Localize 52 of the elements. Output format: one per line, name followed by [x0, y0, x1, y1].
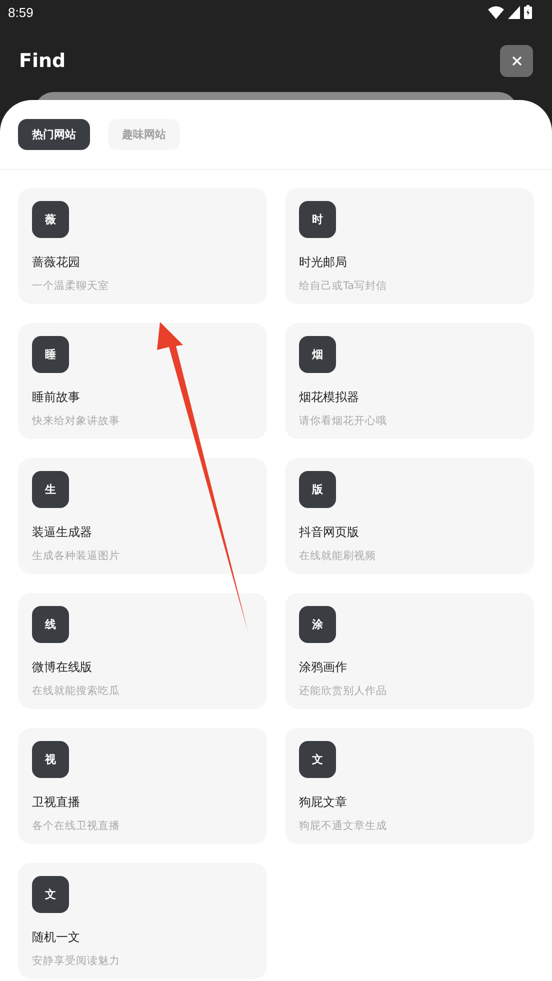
site-title: 随机一文 — [32, 929, 80, 946]
site-card[interactable]: 睡 睡前故事 快来给对象讲故事 — [18, 323, 267, 439]
site-title: 抖音网页版 — [299, 524, 359, 541]
site-card[interactable]: 线 微博在线版 在线就能搜索吃瓜 — [18, 593, 267, 709]
site-badge: 版 — [299, 471, 336, 508]
site-subtitle: 狗屁不通文章生成 — [299, 819, 387, 833]
site-badge: 视 — [32, 741, 69, 778]
site-badge: 生 — [32, 471, 69, 508]
site-subtitle: 还能欣赏别人作品 — [299, 684, 387, 698]
site-card[interactable]: 时 时光邮局 给自己或Ta写封信 — [285, 188, 534, 304]
site-title: 装逼生成器 — [32, 524, 92, 541]
site-card[interactable]: 版 抖音网页版 在线就能刷视频 — [285, 458, 534, 574]
tab[interactable]: 热门网站 — [18, 119, 90, 150]
site-title: 蔷薇花园 — [32, 254, 80, 271]
site-title: 烟花模拟器 — [299, 389, 359, 406]
close-button[interactable] — [500, 45, 533, 77]
site-title: 涂鸦画作 — [299, 659, 347, 676]
site-subtitle: 生成各种装逼图片 — [32, 549, 120, 563]
site-badge: 烟 — [299, 336, 336, 373]
site-subtitle: 安静享受阅读魅力 — [32, 954, 120, 968]
site-card[interactable]: 生 装逼生成器 生成各种装逼图片 — [18, 458, 267, 574]
site-title: 时光邮局 — [299, 254, 347, 271]
site-subtitle: 在线就能搜索吃瓜 — [32, 684, 120, 698]
wifi-icon — [488, 6, 504, 18]
site-subtitle: 各个在线卫视直播 — [32, 819, 120, 833]
site-title: 卫视直播 — [32, 794, 80, 811]
site-card[interactable]: 视 卫视直播 各个在线卫视直播 — [18, 728, 267, 844]
status-time: 8:59 — [8, 4, 34, 20]
site-badge: 涂 — [299, 606, 336, 643]
site-badge: 薇 — [32, 201, 69, 238]
site-badge: 线 — [32, 606, 69, 643]
close-icon — [512, 56, 522, 66]
site-card[interactable]: 薇 蔷薇花园 一个温柔聊天室 — [18, 188, 267, 304]
site-subtitle: 请你看烟花开心哦 — [299, 414, 387, 428]
site-subtitle: 一个温柔聊天室 — [32, 279, 109, 293]
site-title: 狗屁文章 — [299, 794, 347, 811]
site-card[interactable]: 涂 涂鸦画作 还能欣赏别人作品 — [285, 593, 534, 709]
site-card[interactable]: 文 随机一文 安静享受阅读魅力 — [18, 863, 267, 979]
signal-icon — [508, 6, 520, 18]
site-card[interactable]: 文 狗屁文章 狗屁不通文章生成 — [285, 728, 534, 844]
site-badge: 文 — [32, 876, 69, 913]
site-title: 微博在线版 — [32, 659, 92, 676]
site-subtitle: 快来给对象讲故事 — [32, 414, 120, 428]
battery-icon — [524, 5, 532, 19]
site-badge: 文 — [299, 741, 336, 778]
site-subtitle: 给自己或Ta写封信 — [299, 279, 388, 293]
site-card[interactable]: 烟 烟花模拟器 请你看烟花开心哦 — [285, 323, 534, 439]
site-badge: 时 — [299, 201, 336, 238]
page-title: Find — [19, 50, 66, 72]
site-title: 睡前故事 — [32, 389, 80, 406]
site-subtitle: 在线就能刷视频 — [299, 549, 376, 563]
site-badge: 睡 — [32, 336, 69, 373]
